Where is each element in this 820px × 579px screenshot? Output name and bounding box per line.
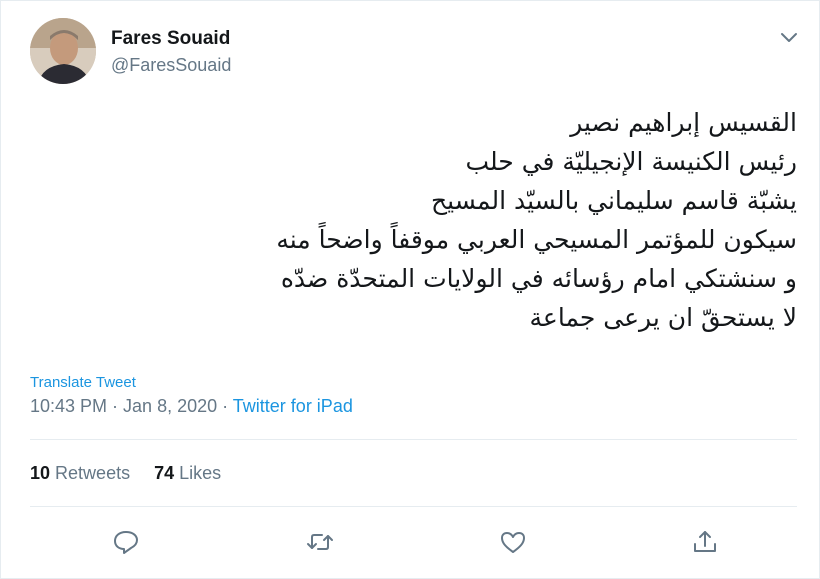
tweet-card: Fares Souaid @FaresSouaid القسيس إبراهيم…: [0, 0, 820, 579]
meta-separator: ·: [107, 396, 124, 416]
retweets-count: 10: [30, 463, 51, 483]
reply-icon[interactable]: [111, 527, 141, 557]
retweet-icon[interactable]: [305, 527, 335, 557]
divider: [30, 439, 797, 440]
tweet-meta: 10:43 PM · Jan 8, 2020 · Twitter for iPa…: [30, 396, 353, 417]
author-name[interactable]: Fares Souaid: [111, 28, 230, 50]
tweet-time[interactable]: 10:43 PM: [30, 396, 107, 416]
tweet-source-link[interactable]: Twitter for iPad: [233, 396, 353, 416]
retweets-stat[interactable]: 10 Retweets: [30, 463, 130, 484]
retweets-label: Retweets: [55, 463, 131, 483]
likes-count: 74: [154, 463, 175, 483]
chevron-down-icon[interactable]: [777, 27, 801, 47]
tweet-line: يشبّة قاسم سليماني بالسيّد المسيح: [431, 186, 797, 215]
tweet-line: سيكون للمؤتمر المسيحي العربي موقفاً واضح…: [276, 225, 797, 254]
share-icon[interactable]: [690, 527, 720, 557]
tweet-text: القسيس إبراهيم نصير رئيس الكنيسة الإنجيل…: [37, 103, 797, 337]
avatar-image: [30, 18, 96, 84]
author-handle[interactable]: @FaresSouaid: [111, 55, 231, 76]
tweet-line: رئيس الكنيسة الإنجيليّة في حلب: [465, 147, 797, 176]
tweet-line: القسيس إبراهيم نصير: [570, 108, 797, 137]
heart-icon[interactable]: [498, 527, 528, 557]
translate-tweet-link[interactable]: Translate Tweet: [30, 374, 136, 391]
tweet-stats: 10 Retweets 74 Likes: [30, 463, 245, 484]
tweet-line: و سنشتكي امام رؤسائه في الولايات المتحدّ…: [280, 264, 797, 293]
tweet-date[interactable]: Jan 8, 2020: [123, 396, 217, 416]
meta-separator: ·: [217, 396, 233, 416]
tweet-line: لا يستحقّ ان يرعى جماعة: [529, 303, 798, 332]
likes-label: Likes: [179, 463, 222, 483]
divider: [30, 506, 797, 507]
avatar[interactable]: [30, 18, 96, 84]
likes-stat[interactable]: 74 Likes: [154, 463, 221, 484]
